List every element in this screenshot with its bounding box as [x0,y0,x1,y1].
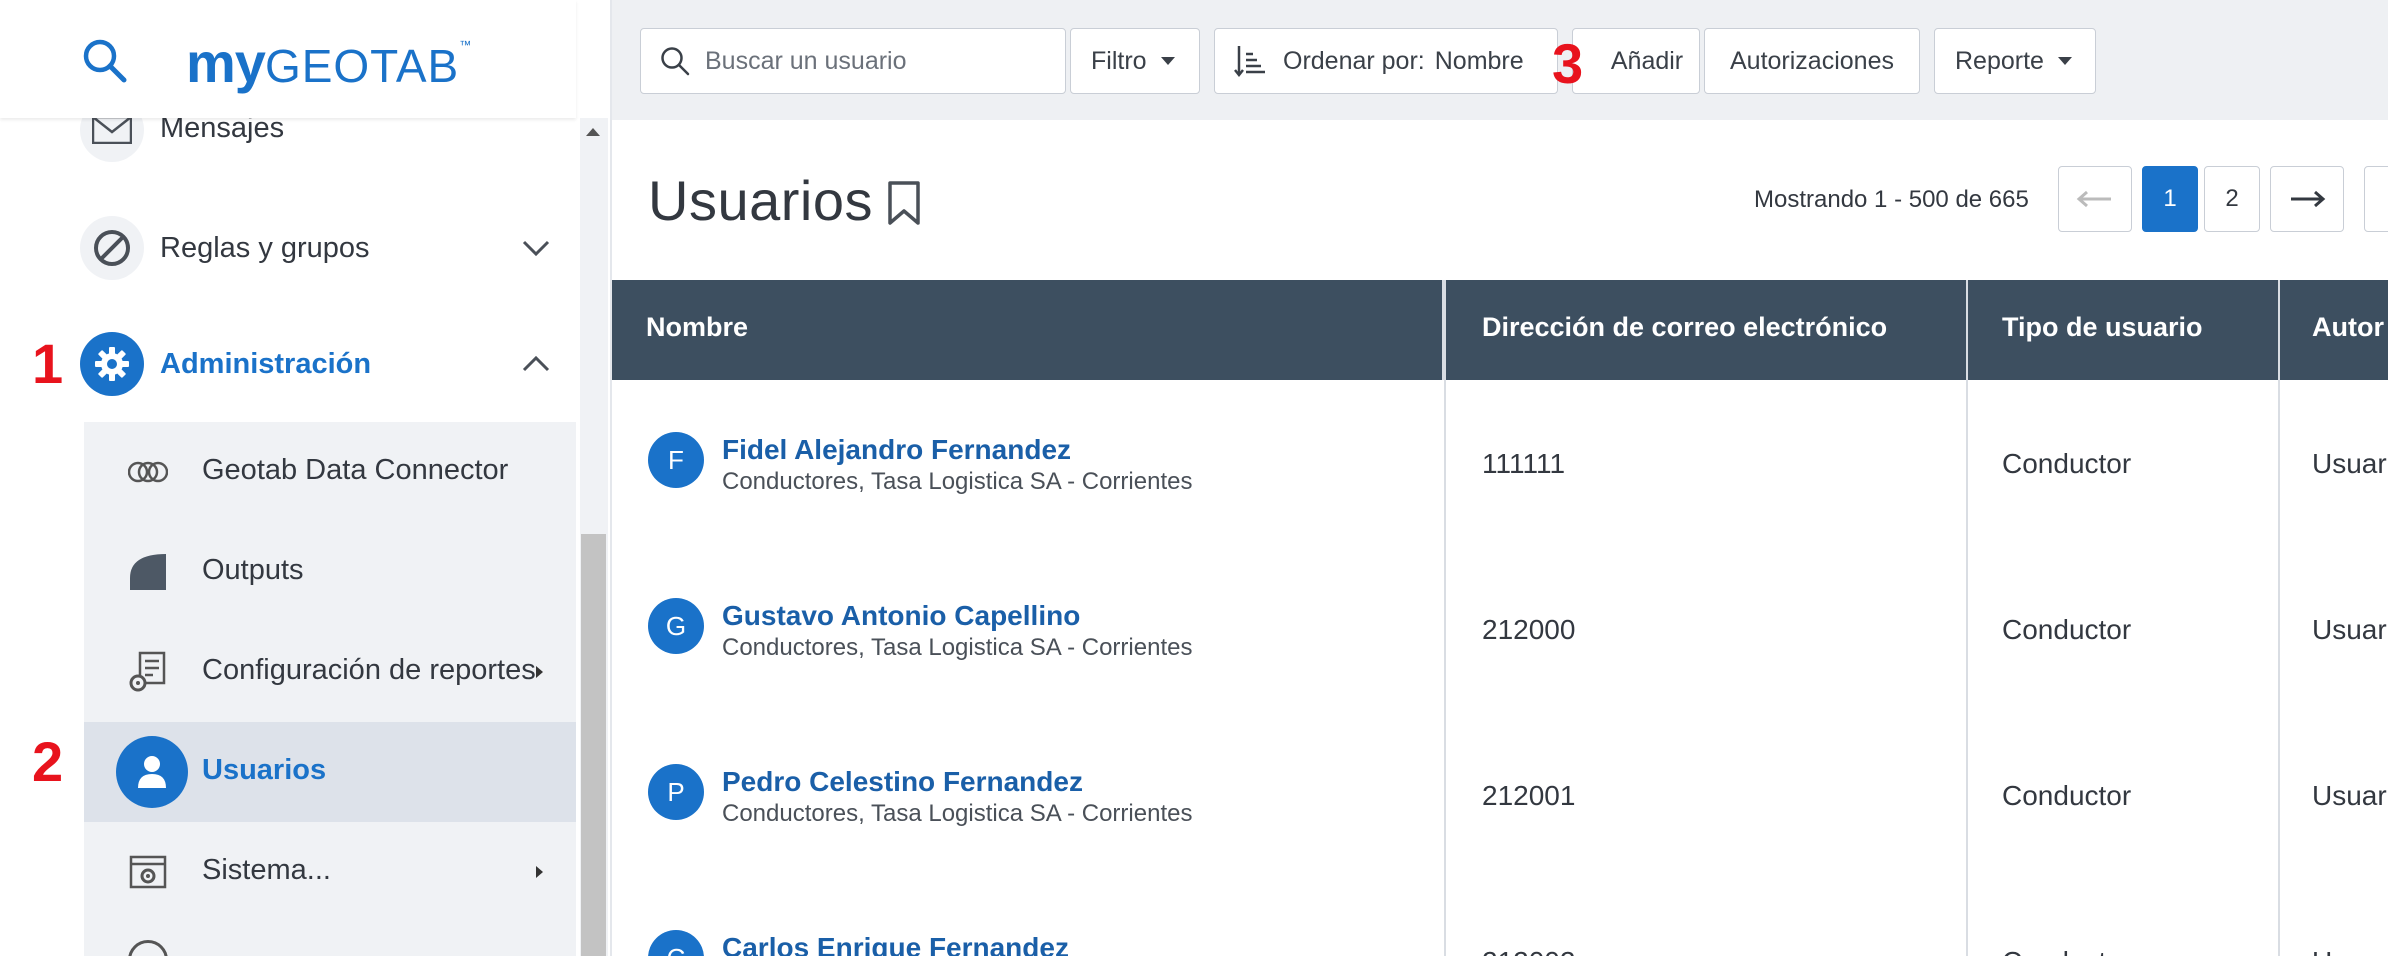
sidebar-subitem-usuarios[interactable]: Usuarios [84,722,576,822]
caret-down-icon [1160,57,1175,65]
column-header-autorizaciones[interactable]: Autor [2312,312,2384,343]
submenu-arrow-icon [536,666,543,678]
search-icon [661,47,690,76]
user-name-link[interactable]: Pedro Celestino Fernandez [722,766,1083,798]
sidebar-header: my GEOTAB ™ [0,0,576,118]
sidebar-subitem-label: Usuarios [202,754,327,786]
caret-down-icon [2057,57,2072,65]
column-resizer[interactable] [1442,280,1446,380]
sort-button[interactable]: Ordenar por: Nombre [1214,28,1558,94]
user-type: Conductor [2002,946,2131,956]
page-size-button[interactable] [2364,166,2388,232]
user-email: 212001 [1482,780,1576,811]
search-icon[interactable] [80,36,128,84]
bookmark-icon[interactable] [886,180,922,226]
sort-prefix: Ordenar por: [1283,46,1425,75]
user-authorization: Usuar [2312,780,2387,811]
sidebar-subitem-label: Configuración de reportes [202,654,536,686]
outputs-icon [128,552,168,592]
chevron-down-icon [522,240,550,257]
report-settings-icon [128,651,168,692]
table-row[interactable]: P Pedro Celestino Fernandez Conductores,… [612,712,2388,878]
authorizations-button[interactable]: Autorizaciones [1704,28,1920,94]
table-row[interactable]: F Fidel Alejandro Fernandez Conductores,… [612,380,2388,546]
user-type: Conductor [2002,614,2132,645]
page-button-1[interactable]: 1 [2142,166,2198,232]
column-header-email[interactable]: Dirección de correo electrónico [1482,312,1887,343]
scroll-up-arrow-icon[interactable] [586,128,600,136]
report-label: Reporte [1955,46,2044,75]
user-email: 111111 [1482,448,1566,479]
filter-button[interactable]: Filtro [1070,28,1200,94]
step-marker-2: 2 [32,730,64,793]
sidebar-subitem-sistema[interactable]: Sistema... [84,822,576,922]
column-header-nombre[interactable]: Nombre [646,312,748,343]
next-page-button[interactable] [2270,166,2344,232]
prohibited-icon [80,216,144,280]
avatar: P [648,764,704,820]
user-type: Conductor [2002,448,2132,479]
sidebar-item-label: Administración [160,348,372,380]
mygeotab-logo[interactable]: my GEOTAB ™ [186,30,472,94]
logo-my: my [186,31,266,94]
left-margin [0,0,84,956]
user-email: 212000 [1482,614,1576,645]
prev-page-button[interactable] [2058,166,2132,232]
user-name-link[interactable]: Fidel Alejandro Fernandez [722,434,1071,466]
column-divider [2278,280,2280,380]
chevron-up-icon [522,355,550,372]
arrow-right-icon [2291,190,2326,208]
sidebar-scrollbar-thumb[interactable] [581,534,606,956]
sidebar-subitem-geotab-data-connector[interactable]: Geotab Data Connector [84,422,576,522]
sidebar-subitem-configuracion-de-reportes[interactable]: Configuración de reportes [84,622,576,722]
report-button[interactable]: Reporte [1934,28,2096,94]
table-header: Nombre Dirección de correo electrónico T… [612,280,2388,380]
user-email: 212002 [1482,946,1575,956]
sort-value: Nombre [1434,46,1524,75]
user-groups: Conductores, Tasa Logistica SA - Corrien… [722,634,1193,661]
search-input[interactable]: Buscar un usuario [640,28,1066,94]
submenu-arrow-icon [536,866,543,878]
data-connector-icon [128,452,168,492]
user-type: Conductor [2002,780,2132,811]
avatar: C [648,930,704,956]
sidebar-item-label: Reglas y grupos [160,232,370,264]
sidebar-subitem-label: Outputs [202,554,304,586]
add-label: Añadir [1610,46,1684,75]
user-name-link[interactable]: Gustavo Antonio Capellino [722,600,1080,632]
authorizations-label: Autorizaciones [1730,46,1894,75]
step-marker-3: 3 [1552,32,1584,95]
system-settings-icon [128,852,168,892]
page-button-2[interactable]: 2 [2204,166,2260,232]
user-authorization: Usuar [2312,614,2387,645]
add-button[interactable]: Añadir [1572,28,1700,94]
step-marker-1: 1 [32,332,64,395]
filter-label: Filtro [1091,46,1147,75]
user-groups: Conductores, Tasa Logistica SA - Corrien… [722,800,1193,827]
search-placeholder: Buscar un usuario [705,46,907,75]
avatar: F [648,432,704,488]
user-authorization: Usuar [2312,448,2387,479]
table-row[interactable]: G Gustavo Antonio Capellino Conductores,… [612,546,2388,712]
logo-trademark: ™ [459,38,472,52]
sidebar-subitem-label: Sistema... [202,854,331,886]
gear-icon [80,332,144,396]
user-icon [116,736,188,808]
user-groups: Conductores, Tasa Logistica SA - Corrien… [722,468,1193,495]
sort-icon [1234,46,1265,78]
avatar: G [648,598,704,654]
results-count: Mostrando 1 - 500 de 665 [1754,186,2029,213]
sidebar-subitem-outputs[interactable]: Outputs [84,522,576,622]
user-name-link[interactable]: Carlos Enrique Fernandez [722,932,1069,956]
column-divider [1966,280,1968,380]
logo-geotab: GEOTAB [264,40,460,92]
user-authorization: Usuar [2312,946,2387,956]
arrow-left-icon [2076,190,2111,208]
toolbar: Buscar un usuario Filtro Ordenar por: No… [612,0,2388,120]
page-title: Usuarios [648,169,873,232]
column-header-tipo[interactable]: Tipo de usuario [2002,312,2203,343]
table-row[interactable]: C Carlos Enrique Fernandez 212002 Conduc… [612,878,2388,956]
sidebar-subitem-label: Geotab Data Connector [202,454,509,486]
